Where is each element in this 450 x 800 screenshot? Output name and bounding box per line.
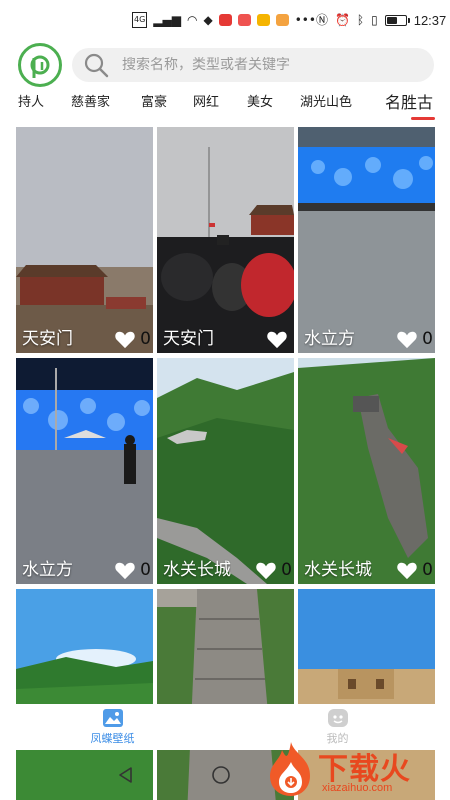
- nav-label-wallpapers: 凤蝶壁纸: [90, 732, 135, 745]
- wifi-icon: ◠: [186, 13, 198, 27]
- qq-icon: ◆: [203, 13, 213, 27]
- search-input[interactable]: [122, 57, 422, 73]
- wallpaper-tile[interactable]: 水立方 0: [16, 358, 153, 584]
- wallpaper-title: 水关长城: [304, 560, 372, 580]
- status-system: Ⓝ ⏰ ᛒ ▯ 12:37: [316, 13, 446, 28]
- like-button[interactable]: [266, 329, 292, 349]
- wallpaper-tile[interactable]: 天安门 0: [16, 127, 153, 353]
- wallpaper-title: 水关长城: [163, 560, 231, 580]
- like-count: 0: [281, 560, 292, 580]
- network-type: 4G: [132, 12, 148, 28]
- wallpaper-title: 天安门: [163, 329, 214, 349]
- like-button[interactable]: 0: [114, 329, 151, 349]
- more-icon: •••: [294, 13, 316, 27]
- home-button[interactable]: [210, 764, 232, 786]
- like-count: 0: [140, 560, 151, 580]
- app-notification-icon: [218, 14, 232, 26]
- tab-item[interactable]: 慈善家: [71, 90, 110, 124]
- back-button[interactable]: [116, 765, 136, 785]
- tab-item[interactable]: 湖光山色: [300, 90, 352, 124]
- wallpaper-tile[interactable]: 天安门: [157, 127, 294, 353]
- heart-icon: [115, 331, 135, 349]
- wallpaper-tile[interactable]: 水关长城 0: [298, 358, 435, 584]
- search-bar[interactable]: [72, 48, 434, 82]
- tab-item[interactable]: 美女: [247, 90, 273, 124]
- heart-icon: [397, 562, 417, 580]
- like-count: 0: [140, 329, 151, 349]
- tab-item[interactable]: 网红: [193, 90, 219, 124]
- like-count: 0: [422, 329, 433, 349]
- app-notification-icon: [256, 14, 270, 26]
- wallpaper-tile[interactable]: 水关长城 0: [157, 358, 294, 584]
- status-notifications: 4G ▂▄▆ ◠ ◆ •••: [132, 12, 316, 28]
- wallpaper-thumbnail: [298, 358, 435, 584]
- image-icon: [102, 709, 123, 727]
- flame-logo-icon: [270, 742, 310, 796]
- search-icon[interactable]: [82, 51, 110, 79]
- app-logo-icon[interactable]: [18, 43, 62, 87]
- bluetooth-icon: ᛒ: [356, 13, 365, 27]
- like-button[interactable]: 0: [255, 560, 292, 580]
- wallpaper-title: 天安门: [22, 329, 73, 349]
- wallpaper-thumbnail: [157, 127, 294, 353]
- heart-icon: [267, 331, 287, 349]
- home-circle-icon: [212, 766, 230, 784]
- nfc-icon: Ⓝ: [315, 13, 328, 27]
- heart-icon: [256, 562, 276, 580]
- heart-icon: [397, 331, 417, 349]
- battery-icon: [384, 14, 410, 26]
- wallpaper-tile[interactable]: 水立方 0: [298, 127, 435, 353]
- header: [0, 40, 450, 90]
- site-watermark: 下载火 xiazaihuo.com: [262, 738, 448, 798]
- vibrate-icon: ▯: [371, 13, 378, 27]
- like-count: 0: [422, 560, 433, 580]
- wallpaper-thumbnail: [157, 358, 294, 584]
- signal-icon: ▂▄▆: [153, 13, 181, 27]
- tab-item[interactable]: 富豪: [141, 90, 167, 124]
- alarm-icon: ⏰: [334, 13, 350, 27]
- tab-item[interactable]: 持人: [18, 90, 44, 124]
- active-tab-indicator: [411, 117, 435, 120]
- wallpaper-thumbnail: [16, 358, 153, 584]
- wallpaper-title: 水立方: [22, 560, 73, 580]
- category-tabs: 持人 慈善家 富豪 网红 美女 湖光山色 名胜古: [0, 90, 450, 124]
- watermark-url: xiazaihuo.com: [322, 782, 393, 794]
- wallpaper-thumbnail: [16, 127, 153, 353]
- chat-notification-icon: [275, 14, 289, 26]
- back-triangle-icon: [119, 767, 132, 783]
- profile-icon: [327, 709, 348, 727]
- status-bar: 4G ▂▄▆ ◠ ◆ ••• Ⓝ ⏰ ᛒ ▯ 12:37: [0, 0, 450, 40]
- like-button[interactable]: 0: [396, 329, 433, 349]
- nav-item-wallpapers[interactable]: 凤蝶壁纸: [0, 704, 225, 750]
- wallpaper-title: 水立方: [304, 329, 355, 349]
- heart-icon: [115, 562, 135, 580]
- app-notification-icon: [237, 14, 251, 26]
- wallpaper-thumbnail: [298, 127, 435, 353]
- like-button[interactable]: 0: [396, 560, 433, 580]
- like-button[interactable]: 0: [114, 560, 151, 580]
- clock: 12:37: [413, 12, 447, 28]
